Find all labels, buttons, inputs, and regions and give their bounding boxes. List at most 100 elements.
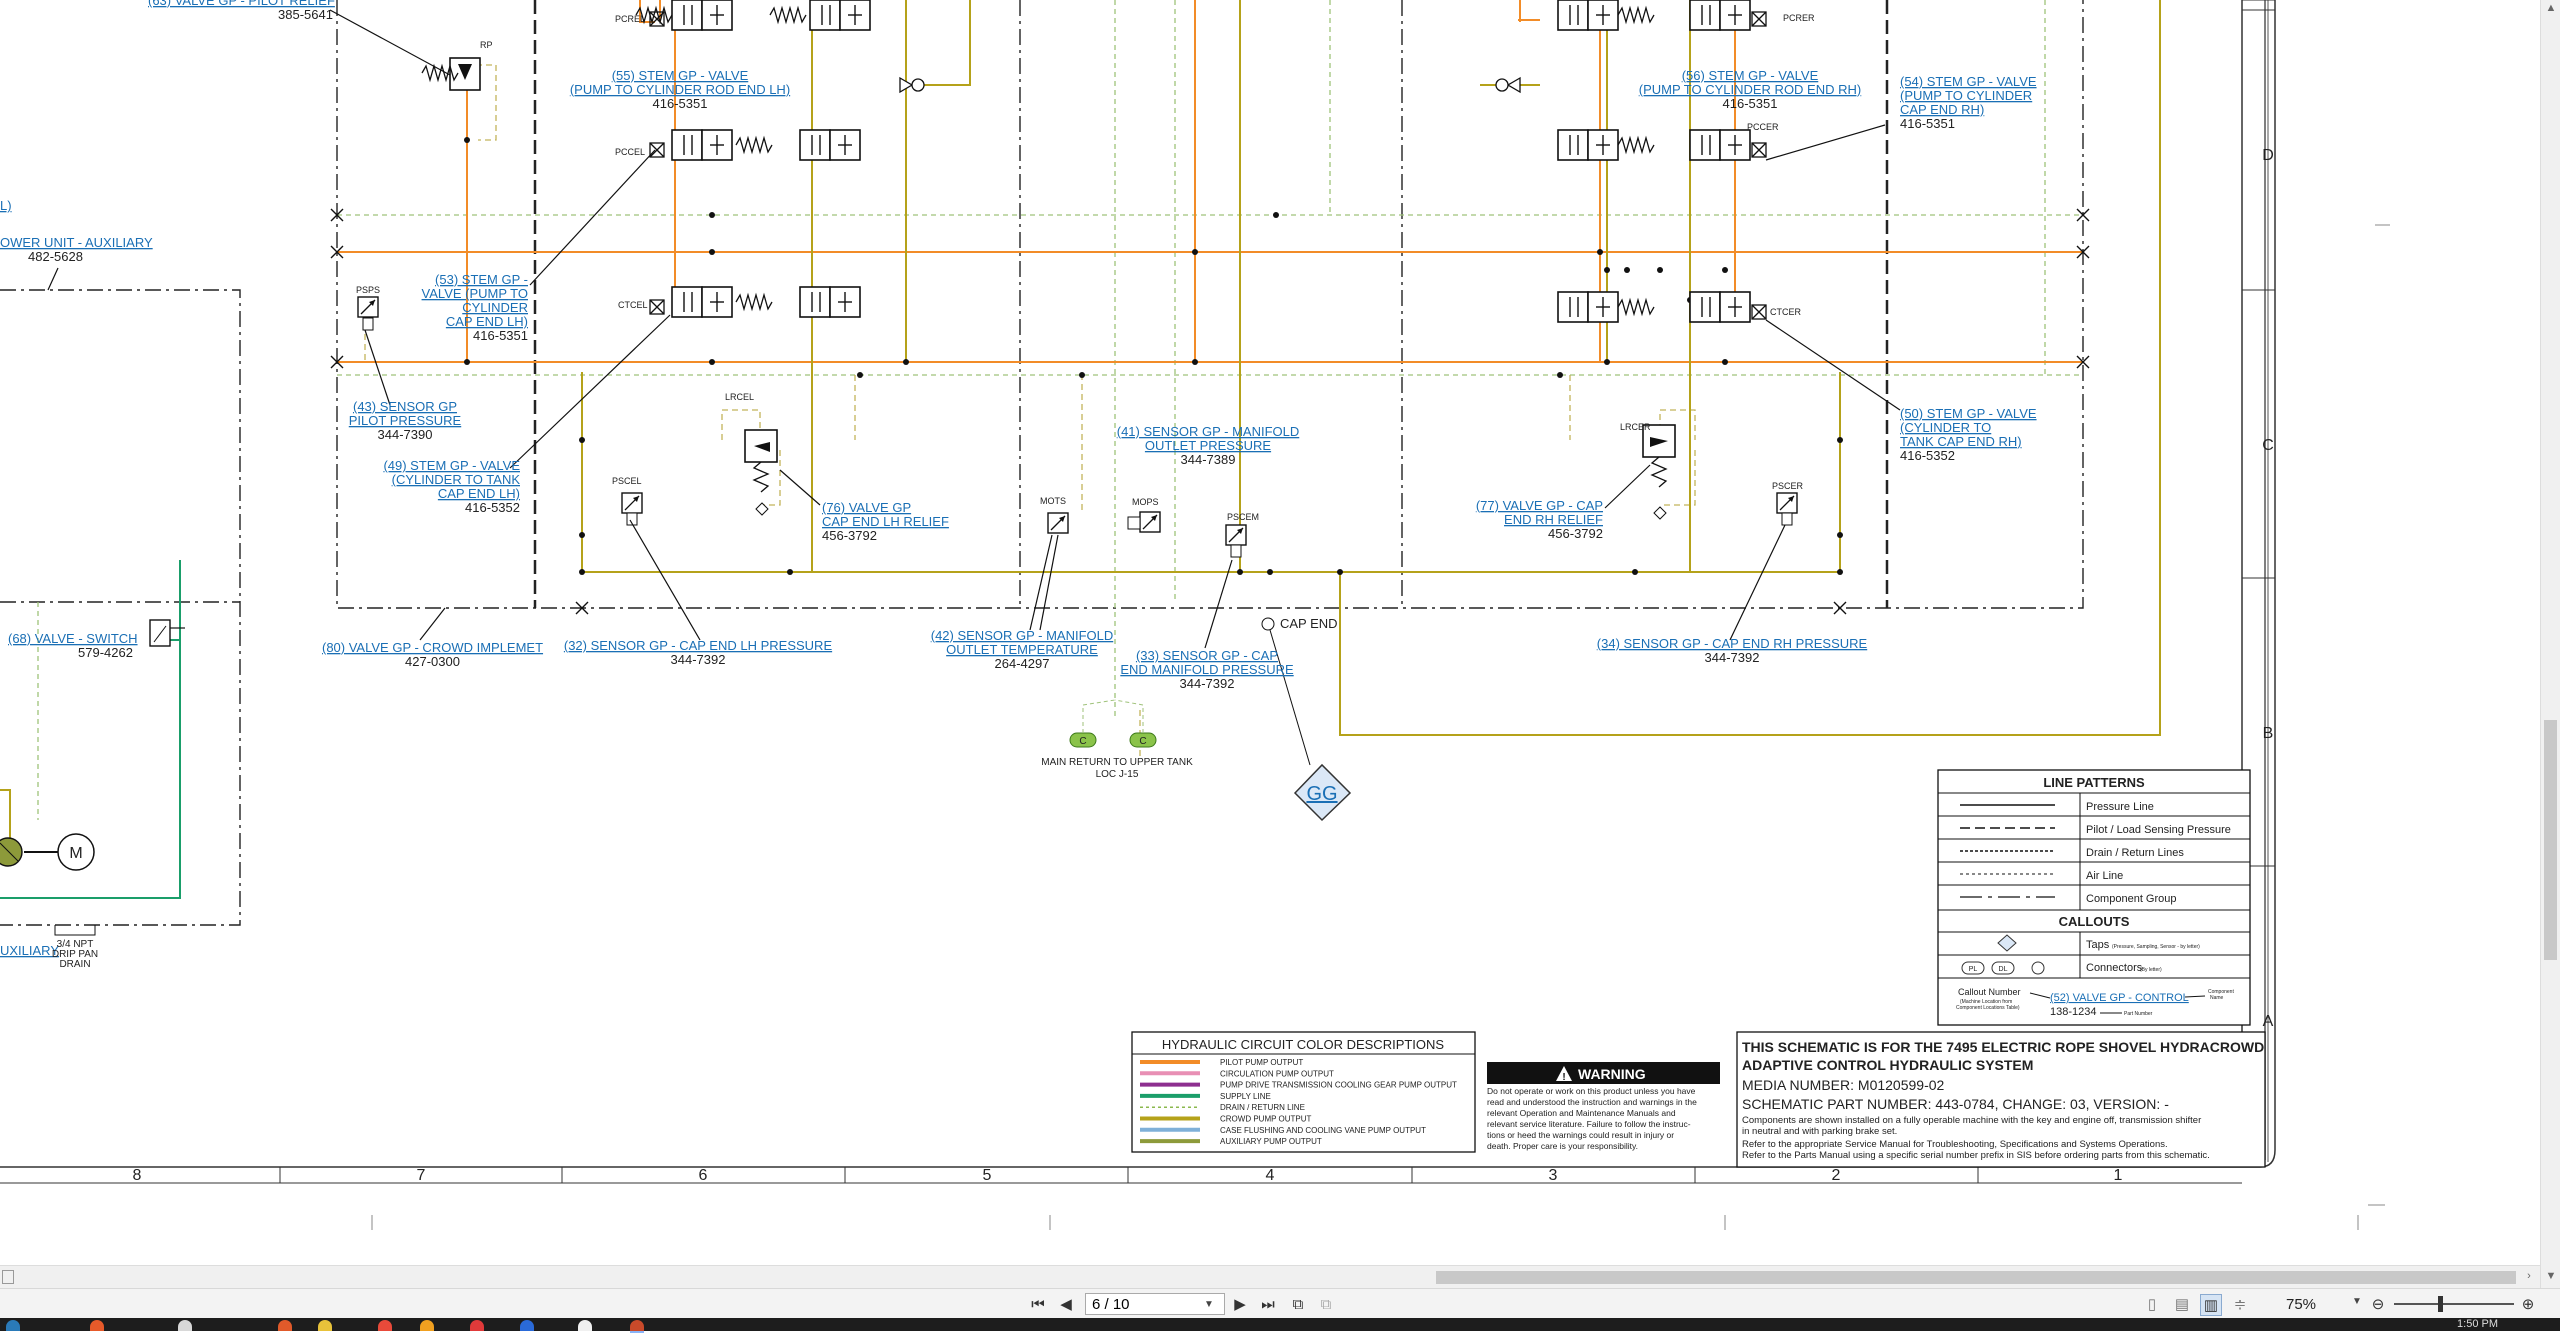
first-page-icon: ⏮	[1031, 1295, 1045, 1313]
title-line-1: THIS SCHEMATIC IS FOR THE 7495 ELECTRIC …	[1742, 1039, 2264, 1055]
taskbar-app-icon-9[interactable]	[578, 1320, 592, 1331]
warning-line-5: tions or heed the warnings could result …	[1487, 1130, 1674, 1140]
warning-title: WARNING	[1578, 1066, 1646, 1082]
callout-41-a: (41) SENSOR GP - MANIFOLD	[1117, 424, 1300, 439]
callout-49-a: (49) STEM GP - VALVE	[383, 458, 520, 473]
title-block: THIS SCHEMATIC IS FOR THE 7495 ELECTRIC …	[1736, 1031, 2266, 1168]
copy-page-button[interactable]: ⧉	[1288, 1294, 1308, 1314]
legend-callout-number: Callout Number	[1958, 987, 2021, 997]
cap-end-label: CAP END	[1280, 616, 1338, 631]
motor-label: M	[69, 845, 82, 862]
callout-43-part: 344-7390	[378, 427, 433, 442]
vertical-scroll-thumb[interactable]	[2544, 720, 2557, 960]
last-page-icon: ⏭	[1261, 1295, 1275, 1313]
color-desc-label-1: CIRCULATION PUMP OUTPUT	[1220, 1069, 1334, 1078]
scroll-up-icon[interactable]: ▲	[2545, 2, 2557, 16]
scroll-left-icon[interactable]	[2, 1270, 14, 1284]
color-desc-label-7: AUXILIARY PUMP OUTPUT	[1220, 1137, 1322, 1146]
col-number-3: 3	[1549, 1167, 1558, 1184]
col-number-2: 2	[1832, 1167, 1841, 1184]
gg-tap-label: GG	[1306, 783, 1337, 805]
taskbar-app-icon-8[interactable]	[520, 1320, 534, 1331]
zoom-slider-knob[interactable]	[2438, 1296, 2443, 1312]
legend-callout-note-b: Component Locations Table)	[1956, 1005, 2020, 1011]
taskbar-app-icon-4[interactable]	[318, 1320, 332, 1331]
horizontal-scrollbar[interactable]: ›	[0, 1265, 2540, 1288]
callout-50-part: 416-5352	[1900, 448, 1955, 463]
zoom-in-button[interactable]: ⊕	[2518, 1294, 2538, 1314]
zoom-slider[interactable]	[2394, 1296, 2514, 1312]
continuous-view-button[interactable]: ▤	[2172, 1294, 2192, 1314]
callout-41-b: OUTLET PRESSURE	[1145, 438, 1272, 453]
pcrel-label: PCREL	[615, 14, 645, 24]
line-patterns-title: LINE PATTERNS	[2043, 775, 2145, 790]
zoom-out-button[interactable]: ⊖	[2368, 1294, 2388, 1314]
callout-42-a: (42) SENSOR GP - MANIFOLD	[931, 628, 1114, 643]
pccel-label: PCCEL	[615, 147, 645, 157]
callout-56-part: 416-5351	[1723, 96, 1778, 111]
first-page-button[interactable]: ⏮	[1028, 1294, 1048, 1314]
document-viewport[interactable]: D C B A 8 7 6 5 4 3 2 1 M C C GG RP PCRE…	[0, 0, 2540, 1265]
taskbar-app-icon-6[interactable]	[420, 1320, 434, 1331]
color-desc-label-0: PILOT PUMP OUTPUT	[1220, 1058, 1303, 1067]
taskbar-clock: 1:50 PM	[2457, 1318, 2498, 1330]
taskbar-app-icon-1[interactable]	[90, 1320, 104, 1331]
vertical-scrollbar[interactable]: ▲ ▼	[2540, 0, 2560, 1290]
taskbar-app-icon-2[interactable]	[178, 1320, 192, 1331]
scroll-right-icon[interactable]: ›	[2522, 1270, 2536, 1284]
col-number-5: 5	[983, 1167, 992, 1184]
col-number-7: 7	[417, 1167, 426, 1184]
os-taskbar: 1:50 PM	[0, 1318, 2560, 1333]
taskbar-app-icon-5[interactable]	[378, 1320, 392, 1331]
col-number-1: 1	[2114, 1167, 2123, 1184]
horizontal-scroll-thumb[interactable]	[1436, 1271, 2516, 1284]
start-icon[interactable]	[6, 1320, 20, 1331]
callout-49-part: 416-5352	[465, 500, 520, 515]
taskbar-app-icon-7[interactable]	[470, 1320, 484, 1331]
callout-power-unit-part: 482-5628	[28, 249, 83, 264]
single-page-view-button[interactable]: ▯	[2142, 1294, 2162, 1314]
pccer-label: PCCER	[1747, 122, 1779, 132]
title-note-3: Refer to the appropriate Service Manual …	[1742, 1139, 2168, 1150]
legend-connector-pl: PL	[1969, 966, 1978, 973]
callout-50-a: (50) STEM GP - VALVE	[1900, 406, 2037, 421]
page-number-box[interactable]: ▼	[1085, 1293, 1225, 1315]
callout-54-c: CAP END RH)	[1900, 102, 1984, 117]
callout-32-part: 344-7392	[671, 652, 726, 667]
legend-item-air: Air Line	[2086, 870, 2123, 882]
taskbar-app-icon-10[interactable]	[630, 1320, 644, 1333]
callout-54-b: (PUMP TO CYLINDER	[1900, 88, 2032, 103]
zoom-level[interactable]: 75%	[2286, 1296, 2316, 1313]
next-page-button[interactable]: ▶	[1230, 1294, 1250, 1314]
warning-line-3: relevant Operation and Maintenance Manua…	[1487, 1108, 1676, 1118]
last-page-button[interactable]: ⏭	[1258, 1294, 1278, 1314]
mops-label: MOPS	[1132, 497, 1159, 507]
continuous-page-icon: ▤	[2174, 1296, 2190, 1313]
page-layout-button[interactable]: ⧉	[1316, 1294, 1336, 1314]
taskbar-app-icon-3[interactable]	[278, 1320, 292, 1331]
page-number-input[interactable]	[1086, 1294, 1204, 1314]
callout-33-b: END MANIFOLD PRESSURE	[1120, 662, 1294, 677]
callout-77-a: (77) VALVE GP - CAP	[1476, 498, 1603, 513]
callout-42-part: 264-4297	[995, 656, 1050, 671]
single-page-icon: ▯	[2147, 1296, 2157, 1313]
page-dropdown-icon[interactable]: ▼	[1204, 1299, 1214, 1310]
psps-label: PSPS	[356, 285, 380, 295]
callout-68-a: (68) VALVE - SWITCH	[8, 631, 138, 646]
callout-56-a: (56) STEM GP - VALVE	[1682, 68, 1819, 83]
scroll-mode-button[interactable]: ≑	[2230, 1294, 2250, 1314]
row-letter-d: D	[2262, 147, 2274, 164]
callout-80-a: (80) VALVE GP - CROWD IMPLEMET	[322, 640, 543, 655]
callout-49-b: (CYLINDER TO TANK	[392, 472, 521, 487]
previous-page-button[interactable]: ◀	[1056, 1294, 1076, 1314]
media-number: MEDIA NUMBER: M0120599-02	[1742, 1077, 1945, 1093]
two-page-view-button[interactable]: ▥	[2200, 1294, 2222, 1316]
callout-76-a: (76) VALVE GP	[822, 500, 911, 515]
scroll-down-icon[interactable]: ▼	[2545, 1270, 2557, 1284]
callout-auxiliary: UXILIARY	[0, 943, 59, 958]
legend-taps: Taps	[2086, 939, 2110, 951]
main-return-label-b: LOC J-15	[1096, 769, 1139, 780]
callout-77-part: 456-3792	[1548, 526, 1603, 541]
zoom-dropdown-icon[interactable]: ▼	[2352, 1296, 2362, 1307]
ctcer-label: CTCER	[1770, 307, 1801, 317]
